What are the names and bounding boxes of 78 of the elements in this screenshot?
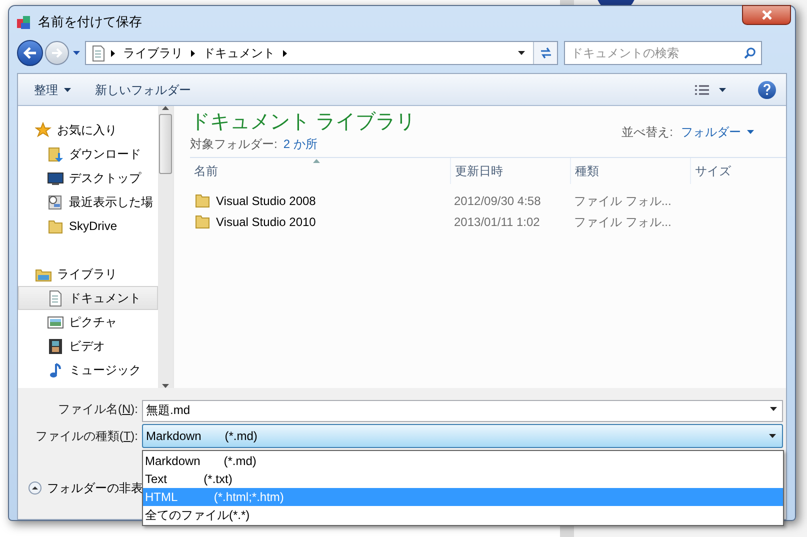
back-button[interactable] bbox=[17, 40, 43, 66]
monitor-icon bbox=[47, 170, 64, 186]
caret-icon bbox=[64, 88, 71, 92]
recent-places-icon bbox=[47, 194, 64, 210]
file-type-dropdown[interactable]: Markdown (*.md) bbox=[142, 424, 783, 448]
organize-button[interactable]: 整理 bbox=[28, 78, 77, 102]
forward-arrow-icon bbox=[51, 48, 63, 58]
date-cell-text: 2012/09/30 4:58 bbox=[453, 192, 542, 210]
caret-icon bbox=[719, 88, 726, 92]
sort-ascending-icon bbox=[313, 159, 320, 163]
caret-icon bbox=[518, 51, 524, 55]
subtitle-label: 対象フォルダー: bbox=[190, 136, 278, 153]
sort-label: 並べ替え: bbox=[622, 124, 673, 141]
picture-icon bbox=[47, 314, 64, 330]
sidebar-item[interactable]: ミュージック bbox=[18, 358, 158, 382]
refresh-icon bbox=[538, 47, 552, 59]
file-name-cell[interactable]: Visual Studio 2008 bbox=[216, 192, 316, 210]
breadcrumb-arrow-icon bbox=[283, 50, 287, 56]
music-note-icon bbox=[47, 362, 64, 378]
caret-icon bbox=[770, 407, 777, 411]
document-icon bbox=[47, 290, 64, 306]
sidebar-item[interactable]: SkyDrive bbox=[18, 214, 158, 238]
new-folder-button[interactable]: 新しいフォルダー bbox=[89, 78, 197, 102]
caret-icon bbox=[747, 130, 754, 134]
folder-download-icon bbox=[47, 146, 64, 162]
column-header[interactable]: 更新日時 bbox=[450, 158, 570, 184]
file-type-option[interactable]: 全てのファイル(*.*) bbox=[143, 506, 783, 524]
breadcrumb-arrow-icon bbox=[111, 50, 115, 56]
column-header[interactable]: サイズ bbox=[690, 158, 770, 184]
help-button[interactable] bbox=[758, 80, 776, 98]
file-type-option[interactable]: Markdown (*.md) bbox=[143, 452, 783, 470]
sidebar-item[interactable]: デスクトップ bbox=[18, 166, 158, 190]
sidebar-item[interactable]: ダウンロード bbox=[18, 142, 158, 166]
sidebar-item[interactable]: ピクチャ bbox=[18, 310, 158, 334]
breadcrumb-item[interactable]: ドキュメント bbox=[199, 44, 279, 62]
breadcrumb-arrow-icon bbox=[191, 50, 195, 56]
back-arrow-icon bbox=[23, 47, 37, 59]
date-cell-text: 2013/01/11 1:02 bbox=[453, 214, 541, 230]
field-label: ファイル名(N): bbox=[56, 401, 139, 418]
refresh-button[interactable] bbox=[533, 42, 557, 64]
type-cell-text: ファイル フォル... bbox=[573, 214, 672, 230]
search-icon bbox=[744, 47, 756, 59]
star-icon bbox=[35, 122, 52, 138]
file-name-field[interactable]: 無題.md bbox=[142, 400, 783, 422]
list-view-icon bbox=[695, 84, 709, 94]
caret-icon bbox=[769, 434, 776, 438]
type-cell-text: ファイル フォル... bbox=[573, 192, 672, 210]
search-field[interactable]: ドキュメントの検索 bbox=[564, 41, 762, 65]
close-button[interactable] bbox=[742, 5, 791, 25]
question-mark-icon bbox=[763, 84, 771, 95]
field-label: ファイルの種類(T): bbox=[34, 428, 139, 445]
column-header[interactable]: 種類 bbox=[570, 158, 690, 184]
app-icon bbox=[16, 14, 32, 30]
hide-folders-button[interactable]: フォルダーの非表 bbox=[28, 479, 143, 497]
breadcrumb-item[interactable]: ライブラリ bbox=[119, 44, 187, 62]
close-icon bbox=[760, 10, 772, 20]
caret-icon bbox=[72, 51, 80, 55]
sidebar-item[interactable]: 最近表示した場 bbox=[18, 190, 158, 214]
scroll-down-icon bbox=[162, 384, 169, 388]
folder-icon bbox=[47, 218, 64, 234]
library-title: ドキュメント ライブラリ bbox=[190, 110, 416, 135]
file-name-cell[interactable]: Visual Studio 2010 bbox=[216, 212, 316, 230]
window-title: 名前を付けて保存 bbox=[38, 13, 142, 32]
collapse-icon bbox=[28, 481, 42, 495]
sidebar-item[interactable]: お気に入り bbox=[18, 118, 158, 142]
column-header[interactable]: 名前 bbox=[190, 158, 450, 184]
sort-dropdown[interactable]: フォルダー bbox=[681, 123, 754, 141]
scrollbar-thumb[interactable] bbox=[159, 114, 172, 174]
sidebar-item[interactable]: ドキュメント bbox=[18, 286, 158, 310]
folder-icon bbox=[194, 213, 211, 230]
scrollbar[interactable] bbox=[158, 106, 173, 388]
document-icon bbox=[90, 44, 107, 62]
film-strip-icon bbox=[47, 338, 64, 354]
folder-icon bbox=[194, 192, 211, 209]
sidebar-item[interactable]: ビデオ bbox=[18, 334, 158, 358]
locations-link[interactable]: 2 か所 bbox=[283, 135, 318, 153]
sidebar-item[interactable]: ライブラリ bbox=[18, 262, 158, 286]
file-type-option[interactable]: Text (*.txt) bbox=[143, 470, 783, 488]
